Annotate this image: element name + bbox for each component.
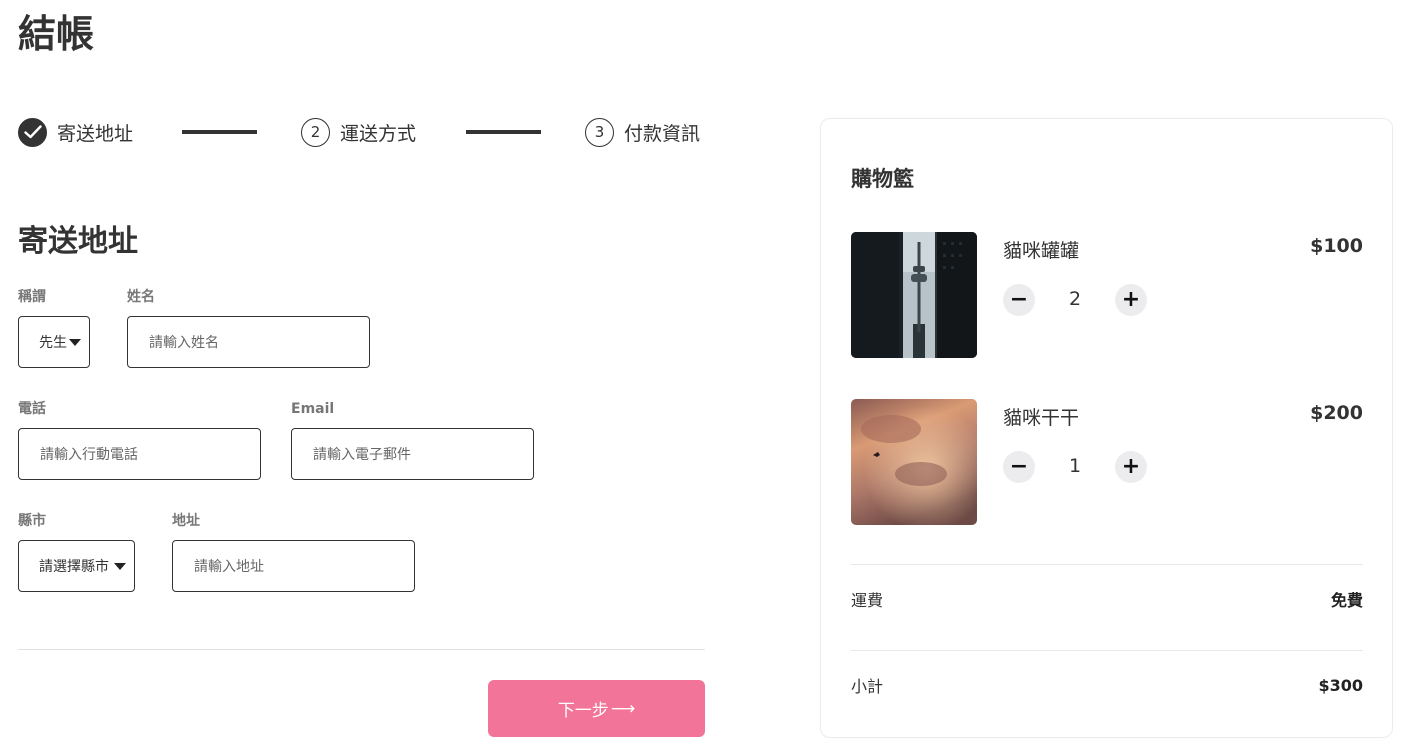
step-shipping-method: 2 運送方式 bbox=[301, 116, 416, 148]
plus-icon: + bbox=[1121, 287, 1141, 312]
step-label: 寄送地址 bbox=[57, 122, 134, 145]
item-quantity: 2 bbox=[1068, 288, 1082, 310]
item-price: $100 bbox=[1310, 235, 1363, 257]
caret-down-icon bbox=[69, 338, 81, 346]
email-label: Email bbox=[291, 401, 335, 417]
item-name: 貓咪干干 bbox=[1003, 407, 1080, 429]
step-connector bbox=[182, 130, 257, 134]
shipping-row: 運費 免費 bbox=[851, 587, 1363, 611]
increase-quantity-button[interactable]: + bbox=[1115, 451, 1147, 483]
form-divider bbox=[18, 649, 705, 650]
page-title: 結帳 bbox=[18, 12, 95, 56]
minus-icon: − bbox=[1009, 287, 1029, 312]
phone-label: 電話 bbox=[18, 401, 46, 417]
next-step-button[interactable]: 下一步 ⟶ bbox=[488, 680, 705, 737]
subtotal-label: 小計 bbox=[851, 677, 884, 696]
subtotal-row: 小計 $300 bbox=[851, 673, 1363, 697]
arrow-right-icon: ⟶ bbox=[610, 698, 636, 719]
step-label: 付款資訊 bbox=[624, 122, 701, 145]
salutation-select[interactable]: 先生 bbox=[18, 316, 90, 368]
cart-divider bbox=[851, 650, 1363, 651]
product-image bbox=[851, 232, 977, 358]
caret-down-icon bbox=[114, 562, 126, 570]
next-step-label: 下一步 bbox=[557, 701, 609, 721]
product-image bbox=[851, 399, 977, 525]
step-number: 3 bbox=[585, 117, 614, 147]
cart-item: 貓咪干干 $200 − 1 + bbox=[851, 399, 1363, 525]
step-connector bbox=[466, 130, 541, 134]
salutation-label: 稱謂 bbox=[18, 289, 46, 305]
address-label: 地址 bbox=[172, 513, 200, 529]
minus-icon: − bbox=[1009, 454, 1029, 479]
subtotal-value: $300 bbox=[1318, 675, 1363, 695]
salutation-value: 先生 bbox=[39, 335, 67, 351]
decrease-quantity-button[interactable]: − bbox=[1003, 284, 1035, 316]
decrease-quantity-button[interactable]: − bbox=[1003, 451, 1035, 483]
item-name: 貓咪罐罐 bbox=[1003, 240, 1080, 262]
increase-quantity-button[interactable]: + bbox=[1115, 284, 1147, 316]
shipping-label: 運費 bbox=[851, 591, 884, 610]
cart-divider bbox=[851, 564, 1363, 565]
item-price: $200 bbox=[1310, 402, 1363, 424]
cart-title: 購物籃 bbox=[851, 167, 914, 191]
cart-item: 貓咪罐罐 $100 − 2 + bbox=[851, 232, 1363, 358]
step-label: 運送方式 bbox=[340, 122, 417, 145]
name-label: 姓名 bbox=[127, 289, 155, 305]
email-input[interactable]: 請輸入電子郵件 bbox=[291, 428, 534, 480]
address-placeholder: 請輸入地址 bbox=[194, 559, 264, 575]
city-select[interactable]: 請選擇縣市 bbox=[18, 540, 135, 592]
checkout-page: 結帳 寄送地址 2 運送方式 3 付款資訊 寄送地址 稱謂 先生 姓名 請輸入姓… bbox=[0, 0, 1410, 751]
plus-icon: + bbox=[1121, 454, 1141, 479]
city-label: 縣市 bbox=[18, 513, 46, 529]
name-placeholder: 請輸入姓名 bbox=[149, 335, 219, 351]
checkout-stepper: 寄送地址 2 運送方式 3 付款資訊 bbox=[18, 116, 708, 148]
name-input[interactable]: 請輸入姓名 bbox=[127, 316, 370, 368]
shipping-value: 免費 bbox=[1330, 591, 1363, 610]
check-icon bbox=[18, 117, 47, 147]
section-title: 寄送地址 bbox=[18, 224, 138, 259]
cart-panel: 購物籃 貓咪罐罐 $100 − 2 + 貓咪干干 $200 − 1 + 運費 免… bbox=[820, 118, 1393, 738]
phone-input[interactable]: 請輸入行動電話 bbox=[18, 428, 261, 480]
phone-placeholder: 請輸入行動電話 bbox=[40, 447, 138, 463]
email-placeholder: 請輸入電子郵件 bbox=[313, 447, 411, 463]
step-shipping-address: 寄送地址 bbox=[18, 116, 133, 148]
item-quantity: 1 bbox=[1068, 455, 1082, 477]
city-value: 請選擇縣市 bbox=[39, 559, 109, 575]
step-number: 2 bbox=[301, 117, 330, 147]
step-payment-info: 3 付款資訊 bbox=[585, 116, 700, 148]
address-input[interactable]: 請輸入地址 bbox=[172, 540, 415, 592]
